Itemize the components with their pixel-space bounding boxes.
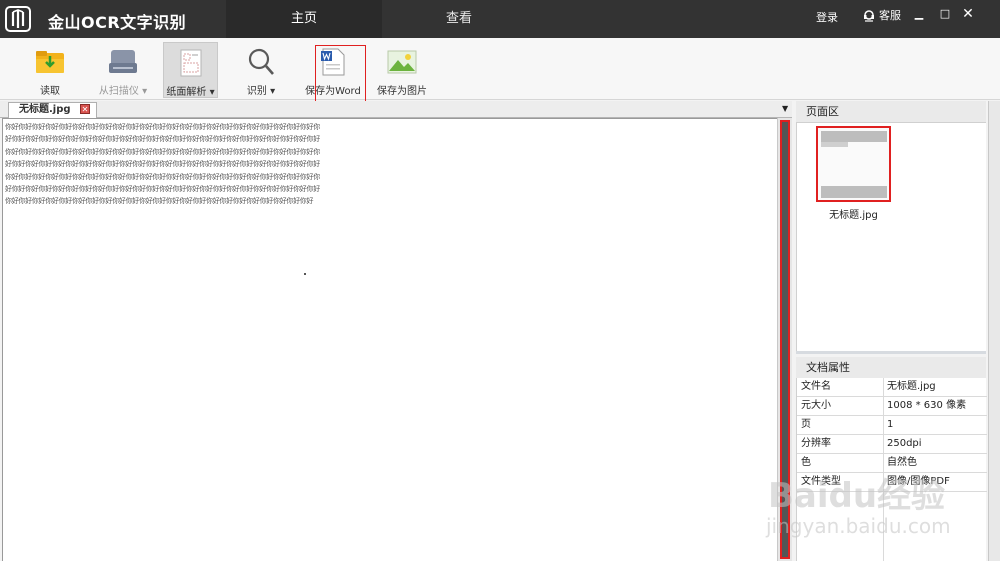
- properties-row: 文件名 无标题.jpg: [797, 378, 987, 397]
- headset-icon: [864, 10, 874, 22]
- ocr-result-text[interactable]: 你好你好你好你好你好你好你好你好你好你好你好你好你好你好你好你好你好你好你好你好…: [5, 121, 325, 208]
- ribbon-toolbar: 读取 从扫描仪 ▾ 纸面解析 ▾ 识别 ▾ 保存为Word 保存为图片: [0, 38, 1000, 100]
- layout-analysis-button[interactable]: 纸面解析 ▾: [163, 42, 218, 98]
- layout-analysis-icon: [180, 49, 201, 77]
- tab-close-icon[interactable]: ✕: [80, 104, 91, 114]
- property-value: 1008 * 630 像素: [887, 400, 967, 411]
- save-as-image-label: 保存为图片: [377, 86, 427, 97]
- document-tab-bar: 无标题.jpg ✕ ▼: [0, 101, 792, 118]
- close-button[interactable]: ✕: [961, 7, 975, 21]
- app-window: 金山OCR文字识别 主页 查看 登录 客服 ▁ □ ✕ 读取 从扫描仪 ▾ 纸面…: [0, 0, 1000, 561]
- recognize-button[interactable]: 识别 ▾: [238, 42, 284, 98]
- tab-home[interactable]: 主页: [226, 0, 382, 38]
- app-logo-icon: [5, 6, 31, 32]
- scanner-button[interactable]: 从扫描仪 ▾: [94, 42, 152, 98]
- tab-list-dropdown-icon[interactable]: ▼: [782, 104, 788, 113]
- property-key: 文件名: [801, 381, 831, 392]
- minimize-button[interactable]: ▁: [912, 7, 926, 21]
- scanner-icon: [109, 50, 137, 73]
- read-button[interactable]: 读取: [24, 42, 76, 98]
- watermark-url: jingyan.baidu.com: [766, 514, 951, 538]
- layout-analysis-label: 纸面解析 ▾: [166, 87, 215, 98]
- property-value: 1: [887, 419, 894, 430]
- save-as-image-button[interactable]: 保存为图片: [374, 42, 430, 98]
- recognize-label: 识别 ▾: [246, 86, 276, 97]
- page-thumbnail-area: 无标题.jpg: [796, 123, 986, 351]
- login-link[interactable]: 登录: [816, 9, 838, 25]
- document-tab[interactable]: 无标题.jpg ✕: [8, 102, 98, 118]
- scanner-label: 从扫描仪 ▾: [98, 86, 148, 97]
- watermark-text: Baidu经验: [768, 476, 946, 516]
- document-editor[interactable]: 你好你好你好你好你好你好你好你好你好你好你好你好你好你好你好你好你好你好你好你好…: [2, 118, 778, 561]
- properties-header: 文档属性: [796, 357, 986, 379]
- page-thumbnail[interactable]: [816, 126, 891, 202]
- customer-service-button[interactable]: 客服: [862, 7, 901, 23]
- maximize-button[interactable]: □: [938, 7, 952, 21]
- panel-splitter[interactable]: [796, 351, 986, 354]
- annotation-highlight-box: [315, 45, 366, 104]
- baidu-watermark: Baidu经验 jingyan.baidu.com: [760, 448, 990, 548]
- app-title: 金山OCR文字识别: [48, 13, 187, 32]
- image-icon: [387, 50, 417, 74]
- magnifier-icon: [248, 48, 274, 75]
- stray-dot: [304, 273, 306, 275]
- document-tab-label: 无标题.jpg: [19, 104, 71, 115]
- read-label: 读取: [40, 86, 60, 97]
- property-key: 元大小: [801, 400, 831, 411]
- page-thumbnail-label: 无标题.jpg: [829, 210, 878, 221]
- property-value: 无标题.jpg: [887, 381, 936, 392]
- tab-view[interactable]: 查看: [382, 0, 536, 38]
- page-area-header: 页面区: [796, 101, 986, 123]
- properties-row: 页 1: [797, 416, 987, 435]
- properties-row: 元大小 1008 * 630 像素: [797, 397, 987, 416]
- property-key: 页: [801, 419, 811, 430]
- title-bar: 金山OCR文字识别 主页 查看 登录 客服 ▁ □ ✕: [0, 0, 1000, 38]
- service-label: 客服: [879, 9, 901, 22]
- folder-open-icon: [36, 51, 64, 73]
